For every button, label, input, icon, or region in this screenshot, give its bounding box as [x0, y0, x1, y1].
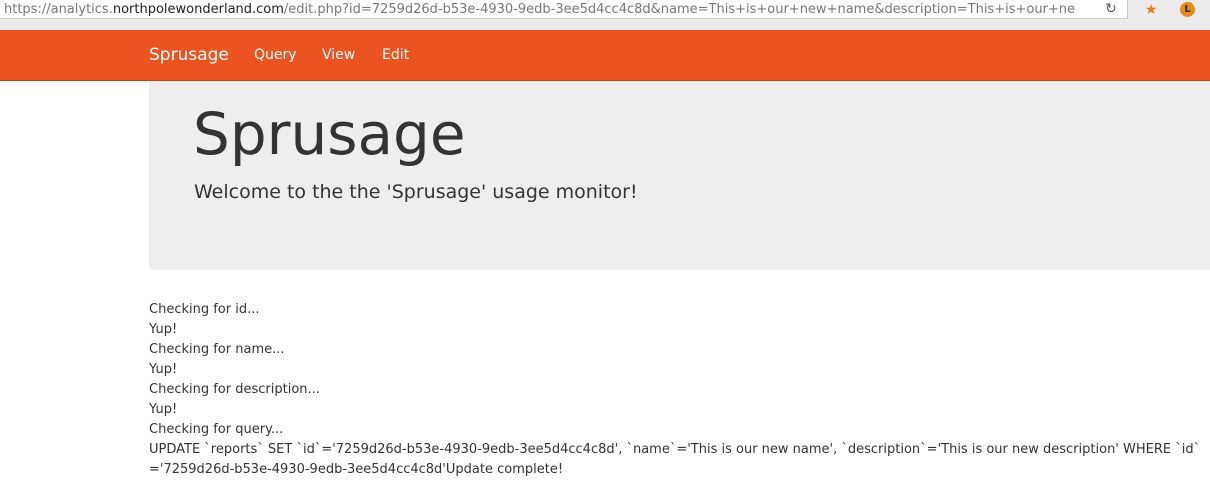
output-line: Yup! — [149, 322, 178, 337]
jumbotron: Sprusage Welcome to the the 'Sprusage' u… — [149, 81, 1210, 270]
output-line: Yup! — [149, 362, 178, 377]
browser-toolbar: https://analytics.northpolewonderland.co… — [0, 0, 1210, 30]
output-line: Checking for name... — [149, 342, 285, 357]
reload-icon[interactable]: ↻ — [1102, 1, 1120, 18]
output-log: Checking for id... Yup! Checking for nam… — [149, 300, 1210, 480]
output-line: Yup! — [149, 402, 178, 417]
output-line: Checking for id... — [149, 302, 260, 317]
extension-l-icon[interactable]: L — [1180, 2, 1195, 17]
bookmark-star-icon[interactable]: ★ — [1143, 2, 1159, 18]
page-title: Sprusage — [193, 100, 466, 168]
output-line: Checking for description... — [149, 382, 320, 397]
output-line: Checking for query... — [149, 422, 284, 437]
navbar-brand[interactable]: Sprusage — [149, 30, 229, 80]
nav-item-view[interactable]: View — [322, 30, 355, 80]
page-subtitle: Welcome to the the 'Sprusage' usage moni… — [194, 181, 638, 203]
nav-item-edit[interactable]: Edit — [382, 30, 409, 80]
nav-item-query[interactable]: Query — [254, 30, 297, 80]
output-sql-line: UPDATE `reports` SET `id`='7259d26d-b53e… — [149, 442, 1201, 477]
url-prefix: https://analytics. — [4, 2, 113, 17]
address-bar[interactable]: https://analytics.northpolewonderland.co… — [0, 0, 1128, 19]
url-path: /edit.php?id=7259d26d-b53e-4930-9edb-3ee… — [283, 2, 1076, 17]
navbar: Sprusage Query View Edit — [0, 30, 1210, 81]
url-host: northpolewonderland.com — [112, 2, 284, 17]
